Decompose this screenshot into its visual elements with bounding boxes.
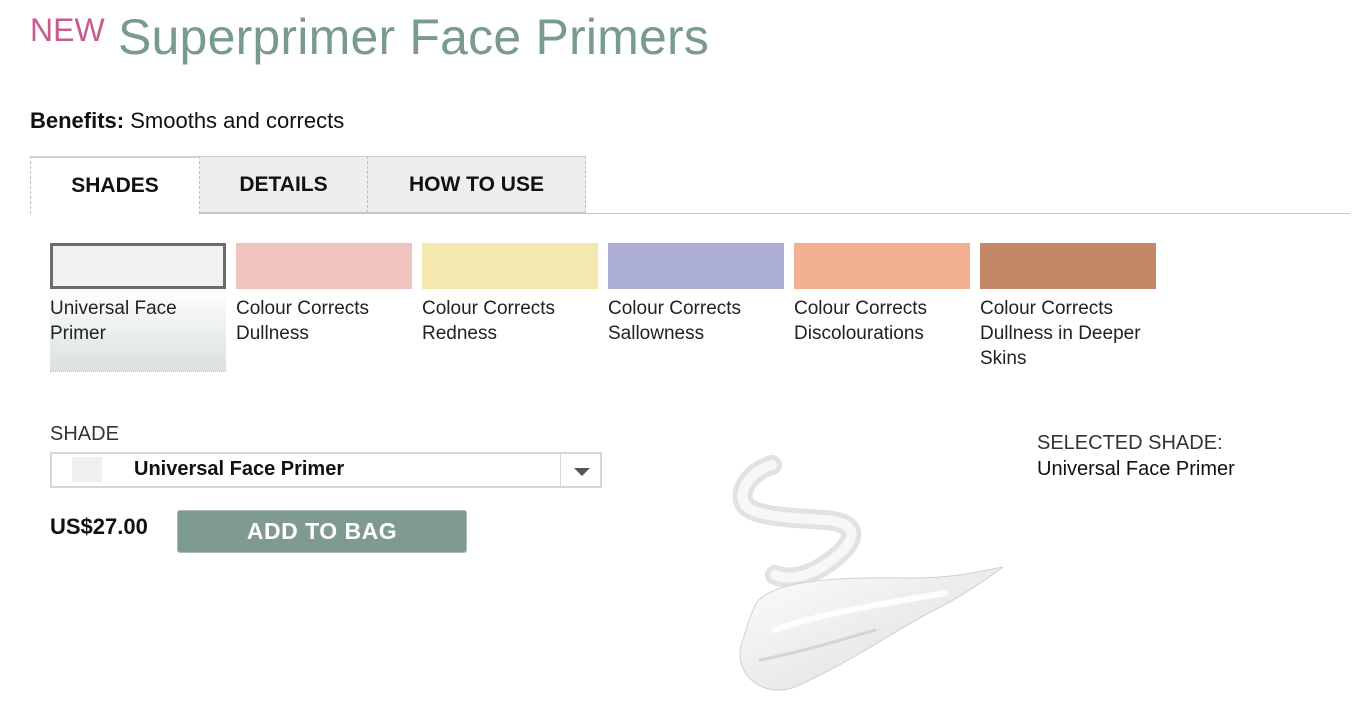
- swatch-label: Colour Corrects Sallowness: [608, 298, 742, 344]
- swatch-colour-corrects-sallowness[interactable]: Colour Corrects Sallowness: [608, 243, 784, 346]
- swatch-universal-face-primer[interactable]: Universal Face Primer: [50, 243, 226, 372]
- product-swatch-image: [732, 455, 1004, 691]
- swatch-label: Colour Corrects Dullness: [236, 298, 370, 344]
- selected-shade-value: Universal Face Primer: [1037, 458, 1235, 480]
- shade-color-chip: [72, 457, 102, 482]
- tab-details[interactable]: DETAILS: [199, 156, 368, 213]
- add-to-bag-button[interactable]: ADD TO BAG: [177, 510, 467, 553]
- swatch-label: Universal Face Primer: [50, 298, 177, 344]
- swatch-color: [50, 243, 226, 289]
- swatch-color: [422, 243, 598, 289]
- chevron-down-icon[interactable]: [574, 468, 590, 476]
- swatch-colour-corrects-dullness[interactable]: Colour Corrects Dullness: [236, 243, 412, 346]
- swatch-label: Colour Corrects Discolourations: [794, 298, 928, 344]
- swatch-colour-corrects-redness[interactable]: Colour Corrects Redness: [422, 243, 598, 346]
- benefits-label: Benefits:: [30, 108, 125, 133]
- swatch-label: Colour Corrects Dullness in Deeper Skins: [980, 298, 1141, 369]
- new-badge: NEW: [30, 12, 105, 48]
- swatch-color: [236, 243, 412, 289]
- product-price: US$27.00: [50, 514, 148, 539]
- tab-how-to-use[interactable]: HOW TO USE: [367, 156, 586, 213]
- swatch-color: [608, 243, 784, 289]
- benefits-text: Smooths and corrects: [124, 108, 345, 133]
- swatch-colour-corrects-discolourations[interactable]: Colour Corrects Discolourations: [794, 243, 970, 346]
- tabs-divider: [30, 213, 1350, 214]
- dropdown-divider: [560, 454, 561, 486]
- shade-field-label: SHADE: [50, 423, 119, 445]
- selected-shade-heading: SELECTED SHADE:: [1037, 432, 1223, 454]
- swatch-label: Colour Corrects Redness: [422, 298, 556, 344]
- swatch-color: [794, 243, 970, 289]
- product-tabs: SHADES DETAILS HOW TO USE: [30, 156, 1350, 214]
- shade-dropdown-value: Universal Face Primer: [134, 458, 345, 480]
- benefits-line: Benefits: Smooths and corrects: [30, 108, 344, 134]
- swatch-color: [980, 243, 1156, 289]
- shade-dropdown[interactable]: Universal Face Primer: [50, 452, 602, 488]
- tab-shades[interactable]: SHADES: [30, 156, 200, 214]
- page-title: Superprimer Face Primers: [118, 9, 710, 65]
- swatch-colour-corrects-dullness-deeper-skins[interactable]: Colour Corrects Dullness in Deeper Skins: [980, 243, 1156, 371]
